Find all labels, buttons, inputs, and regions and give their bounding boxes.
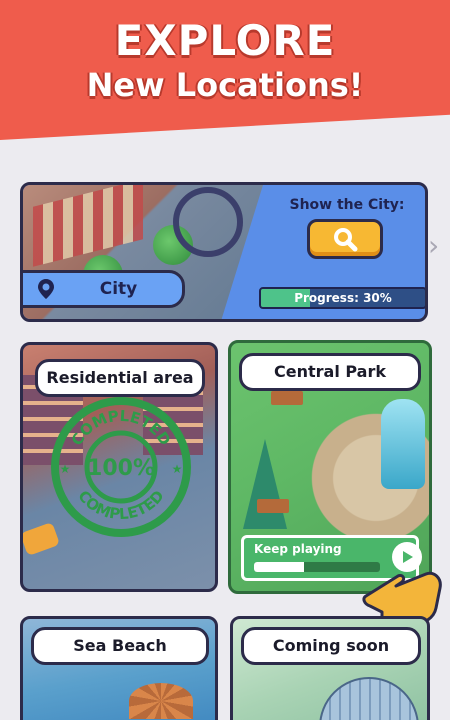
- location-card-residential[interactable]: Residential area COMPLETED COMPLETED 100…: [20, 342, 218, 592]
- coming-soon-label: Coming soon: [241, 627, 421, 665]
- header-banner: EXPLORE New Locations!: [0, 0, 450, 140]
- city-progress-bar: Progress: 30%: [259, 287, 425, 309]
- city-name: City: [99, 279, 138, 299]
- svg-text:COMPLETED: COMPLETED: [74, 487, 167, 523]
- stamp-star-icon: ★: [172, 462, 183, 476]
- pine-tree: [243, 439, 287, 529]
- city-card[interactable]: Show the City: Progress: 30% City: [20, 182, 428, 322]
- stamp-bottom-text: COMPLETED: [74, 487, 167, 523]
- bench: [271, 391, 303, 405]
- park-progress-fill: [254, 562, 305, 572]
- building-roof: [33, 185, 143, 267]
- sea-beach-label: Sea Beach: [31, 627, 209, 665]
- ferris-wheel: [173, 187, 243, 257]
- city-progress-text: Progress: 30%: [294, 291, 392, 305]
- bench: [257, 499, 289, 513]
- keep-playing-label: Keep playing: [254, 542, 342, 556]
- residential-label: Residential area: [35, 359, 205, 397]
- stamp-percent: 100%: [87, 456, 155, 481]
- completed-stamp: COMPLETED COMPLETED 100% ★ ★: [51, 397, 191, 537]
- stamp-star-icon: ★: [60, 462, 71, 476]
- location-card-sea-beach[interactable]: Sea Beach: [20, 616, 218, 720]
- greenhouse-dome: [319, 677, 419, 720]
- search-button[interactable]: [307, 219, 383, 259]
- city-name-tag: City: [23, 270, 185, 308]
- city-panel: Show the City: Progress: 30%: [259, 185, 425, 319]
- beach-umbrella: [129, 683, 193, 719]
- show-city-label: Show the City:: [289, 197, 405, 213]
- header-subtitle: New Locations!: [86, 66, 364, 104]
- search-icon: [334, 228, 358, 252]
- header-title: EXPLORE: [114, 16, 336, 65]
- fountain: [381, 399, 425, 489]
- location-pin-icon: [38, 279, 54, 299]
- location-card-coming-soon[interactable]: Coming soon: [230, 616, 430, 720]
- central-park-label: Central Park: [239, 353, 421, 391]
- chevron-right-icon[interactable]: ›: [428, 232, 444, 260]
